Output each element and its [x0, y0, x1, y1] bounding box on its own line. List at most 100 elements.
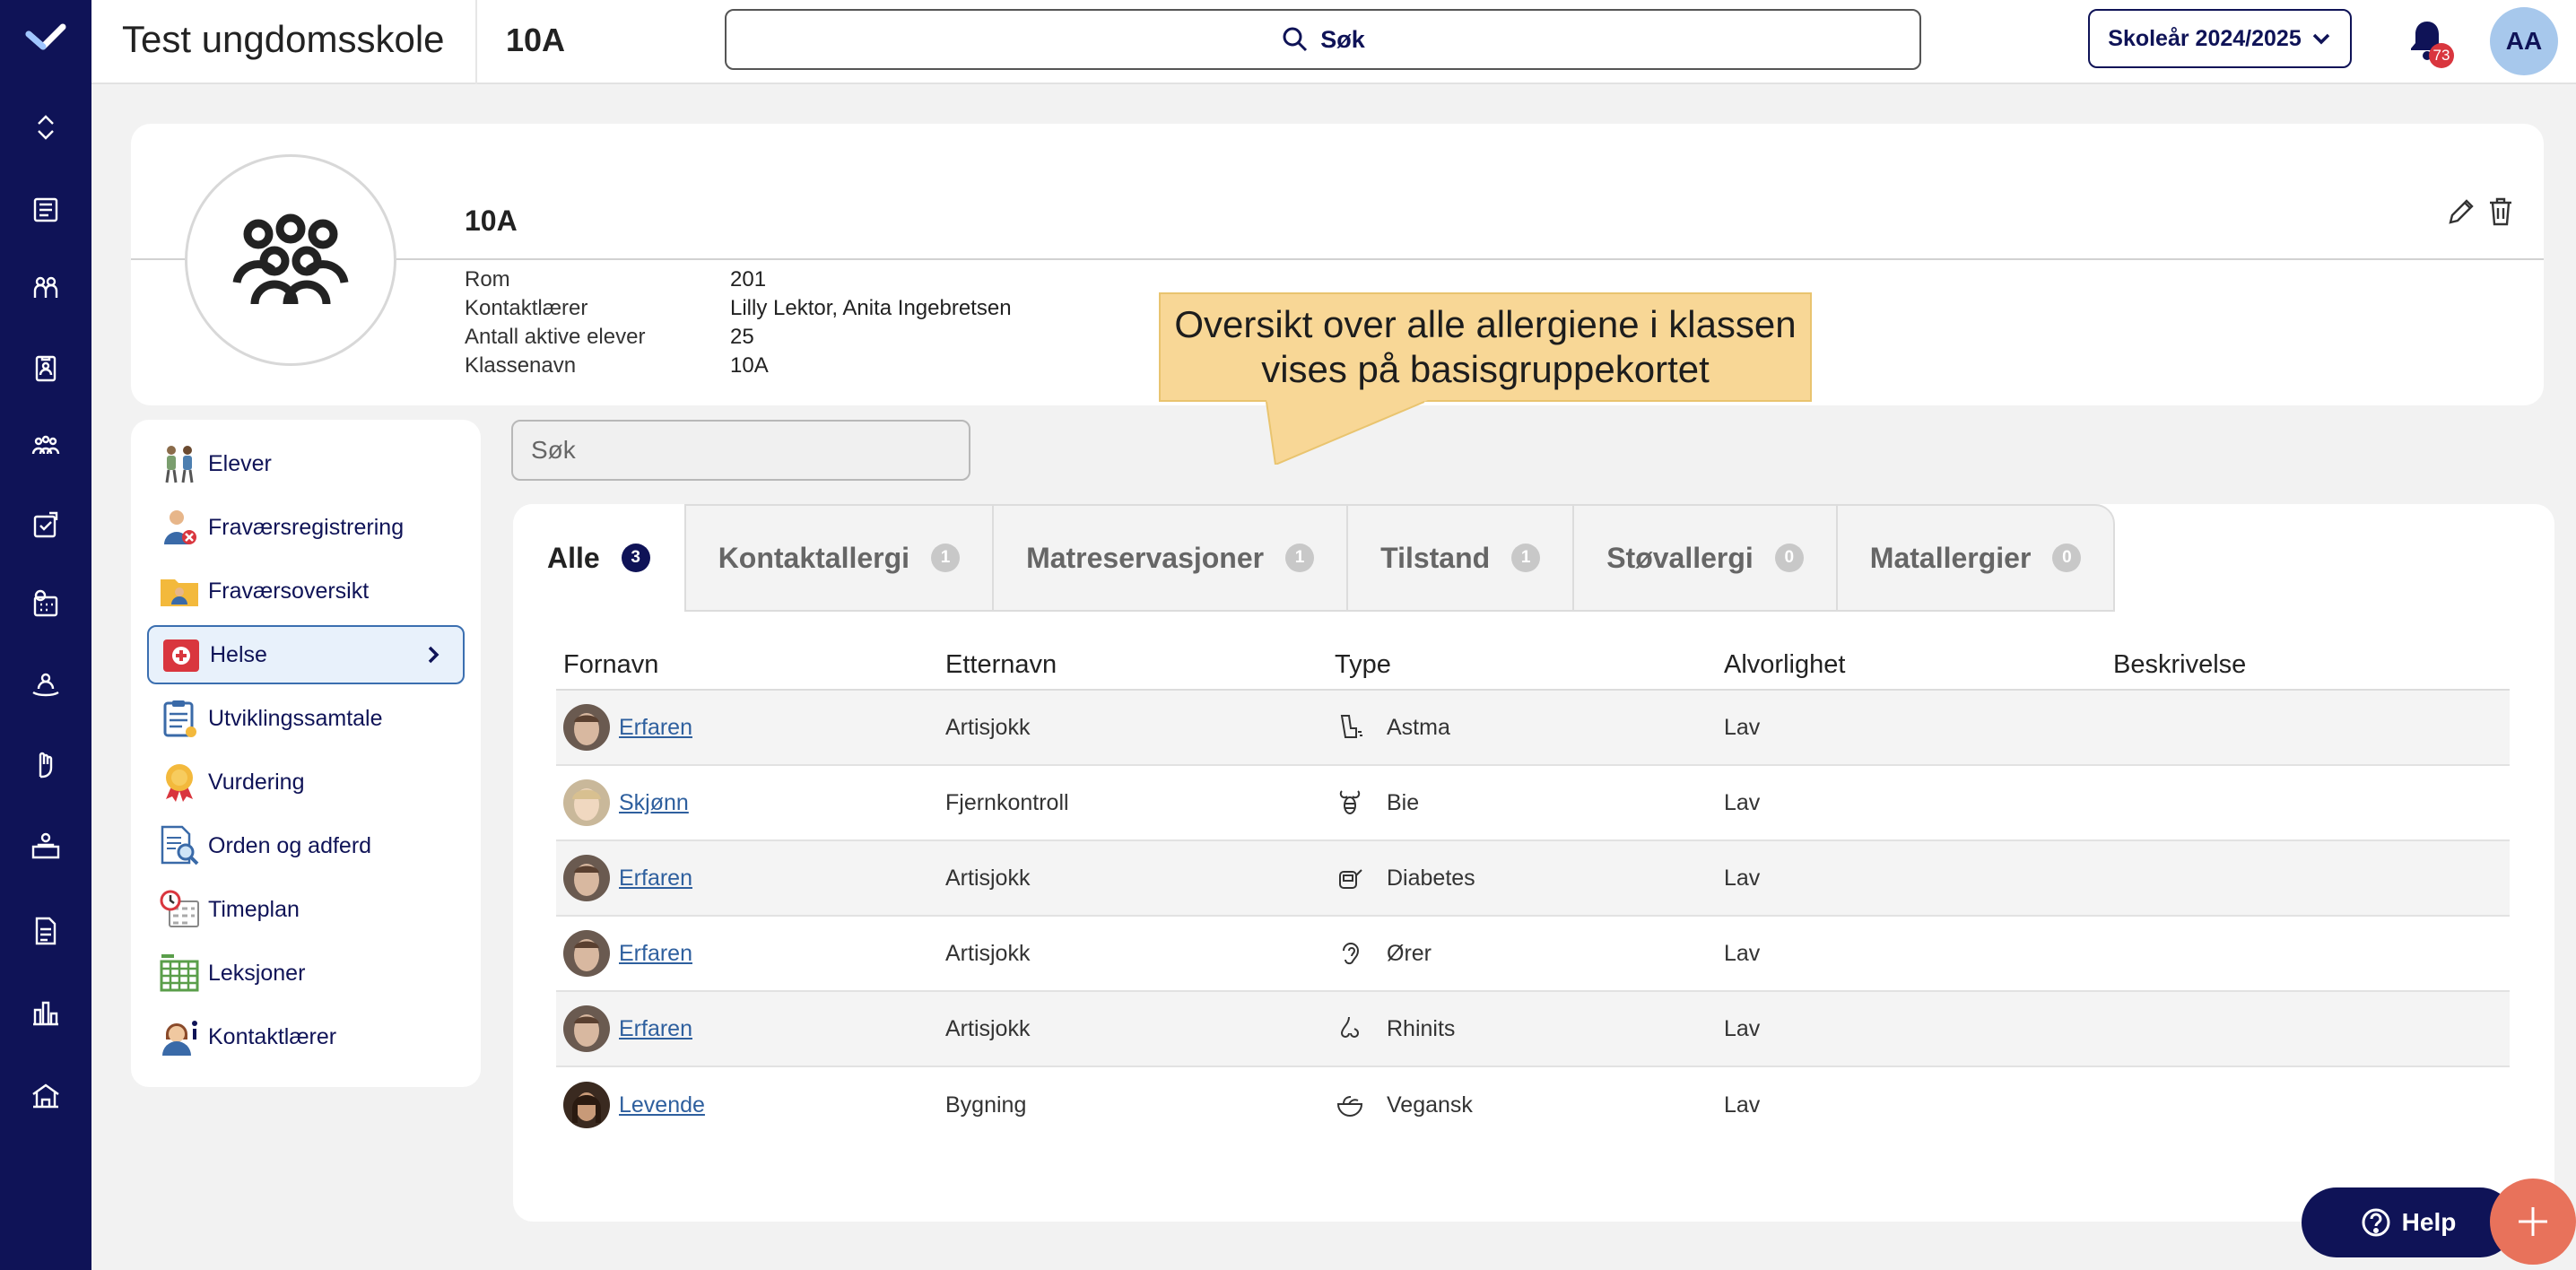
column-header-severity[interactable]: Alvorlighet: [1724, 650, 2113, 680]
edit-pencil-icon[interactable]: [2445, 196, 2477, 228]
tab-food-allergies[interactable]: Matallergier 0: [1835, 504, 2116, 612]
document-search-icon: [158, 824, 201, 867]
student-avatar: [563, 1082, 610, 1128]
menu-item-students[interactable]: Elever: [147, 434, 465, 493]
tab-dust-allergy[interactable]: Støvallergi 0: [1572, 504, 1836, 612]
calendar-chat-icon[interactable]: [30, 588, 62, 621]
menu-item-health[interactable]: Helse: [147, 625, 465, 684]
award-medal-icon: [158, 761, 201, 804]
menu-item-development-talk[interactable]: Utviklingssamtale: [147, 689, 465, 748]
students-walking-icon: [158, 442, 201, 485]
menu-item-lessons[interactable]: Leksjoner: [147, 944, 465, 1003]
badge-id-icon[interactable]: [30, 352, 62, 384]
person-absent-icon: [158, 506, 201, 549]
column-header-description[interactable]: Beskrivelse: [2113, 650, 2502, 680]
school-year-dropdown[interactable]: Skoleår 2024/2025: [2088, 9, 2352, 68]
callout-tail: [1266, 400, 1428, 465]
top-bar: Test ungdomsskole 10A Søk Skoleår 2024/2…: [91, 0, 2576, 84]
column-header-type[interactable]: Type: [1335, 650, 1724, 680]
class-avatar: [185, 154, 396, 366]
classroom-desk-icon[interactable]: [30, 831, 62, 863]
user-avatar[interactable]: AA: [2490, 7, 2558, 75]
add-fab-button[interactable]: [2490, 1179, 2576, 1265]
student-avatar: [563, 779, 610, 826]
column-header-first-name[interactable]: Fornavn: [556, 650, 945, 680]
allergy-type: Ører: [1387, 940, 1432, 966]
students-icon[interactable]: [30, 273, 62, 305]
delete-trash-icon[interactable]: [2486, 196, 2515, 228]
menu-item-absence-registration[interactable]: Fraværsregistrering: [147, 498, 465, 557]
tab-count-contact-allergy: 1: [931, 544, 961, 572]
menu-item-timetable[interactable]: Timeplan: [147, 880, 465, 939]
groups-icon[interactable]: [30, 431, 62, 463]
menu-item-assessment[interactable]: Vurdering: [147, 752, 465, 812]
school-year-label: Skoleår 2024/2025: [2108, 25, 2302, 51]
hand-raise-icon[interactable]: [30, 750, 62, 782]
student-avatar: [563, 930, 610, 977]
tab-condition[interactable]: Tilstand 1: [1346, 504, 1573, 612]
table-row[interactable]: Erfaren Artisjokk Rhinits Lav: [556, 992, 2510, 1067]
clock-calendar-icon: [158, 888, 201, 931]
global-search-button[interactable]: Søk: [725, 9, 1921, 70]
severity-value: Lav: [1724, 865, 1761, 891]
first-aid-kit-icon: [160, 633, 203, 676]
field-label-room: Rom: [465, 267, 510, 291]
menu-item-order-conduct[interactable]: Orden og adferd: [147, 816, 465, 875]
allergy-type: Rhinits: [1387, 1015, 1456, 1041]
column-header-last-name[interactable]: Etternavn: [945, 650, 1335, 680]
school-name[interactable]: Test ungdomsskole: [122, 18, 445, 61]
field-label-active-students: Antall aktive elever: [465, 325, 646, 349]
tab-all[interactable]: Alle 3: [513, 504, 684, 612]
student-avatar: [563, 1005, 610, 1052]
expand-collapse-icon[interactable]: [30, 111, 62, 144]
allergy-search-field[interactable]: [511, 420, 970, 481]
bar-chart-icon[interactable]: [30, 997, 62, 1030]
glucose-meter-icon: [1335, 863, 1365, 893]
table-row[interactable]: Levende Bygning Vegansk Lav: [556, 1067, 2510, 1143]
menu-label-assessment: Vurdering: [208, 769, 305, 795]
tab-food-reservations[interactable]: Matreservasjoner 1: [992, 504, 1347, 612]
student-first-name-link[interactable]: Erfaren: [619, 941, 692, 967]
field-label-class-name: Klassenavn: [465, 353, 577, 378]
menu-label-health: Helse: [210, 641, 267, 667]
table-row[interactable]: Skjønn Fjernkontroll Bie Lav: [556, 766, 2510, 841]
info-callout: Oversikt over alle allergiene i klassen …: [1159, 292, 1812, 402]
menu-item-contact-teacher[interactable]: Kontaktlærer: [147, 1007, 465, 1066]
student-first-name-link[interactable]: Erfaren: [619, 866, 692, 892]
table-row[interactable]: Erfaren Artisjokk Astma Lav: [556, 691, 2510, 766]
table-header-row: Fornavn Etternavn Type Alvorlighet Beskr…: [556, 640, 2510, 691]
student-first-name-link[interactable]: Erfaren: [619, 1016, 692, 1042]
student-first-name-link[interactable]: Skjønn: [619, 790, 689, 816]
student-last-name: Artisjokk: [945, 940, 1031, 966]
severity-value: Lav: [1724, 789, 1761, 815]
student-last-name: Artisjokk: [945, 1015, 1031, 1041]
global-search-label: Søk: [1320, 25, 1365, 53]
tasks-icon[interactable]: [30, 509, 62, 542]
menu-item-absence-overview[interactable]: Fraværsoversikt: [147, 561, 465, 621]
tab-count-food-reservations: 1: [1285, 544, 1315, 572]
help-button[interactable]: Help: [2302, 1187, 2515, 1257]
person-care-icon[interactable]: [30, 669, 62, 701]
student-avatar: [563, 855, 610, 901]
menu-label-order-conduct: Orden og adferd: [208, 832, 372, 858]
table-row[interactable]: Erfaren Artisjokk Diabetes Lav: [556, 841, 2510, 917]
allergy-search-input[interactable]: [513, 422, 969, 479]
search-icon: [1283, 27, 1308, 52]
severity-value: Lav: [1724, 1092, 1761, 1118]
app-logo-icon[interactable]: [25, 18, 66, 59]
student-first-name-link[interactable]: Levende: [619, 1092, 705, 1118]
chevron-down-icon: [2312, 33, 2329, 45]
header-divider: [131, 258, 2544, 260]
plus-icon: [2519, 1207, 2547, 1236]
clipboard-icon: [158, 697, 201, 740]
student-last-name: Fjernkontroll: [945, 789, 1069, 815]
menu-label-absence-registration: Fraværsregistrering: [208, 514, 405, 540]
school-building-icon[interactable]: [30, 1080, 62, 1112]
nose-icon: [1335, 1013, 1365, 1044]
tab-contact-allergy[interactable]: Kontaktallergi 1: [683, 504, 993, 612]
table-row[interactable]: Erfaren Artisjokk Ører Lav: [556, 917, 2510, 992]
student-first-name-link[interactable]: Erfaren: [619, 715, 692, 741]
document-icon[interactable]: [30, 915, 62, 947]
news-icon[interactable]: [30, 194, 62, 226]
menu-label-timetable: Timeplan: [208, 896, 300, 922]
